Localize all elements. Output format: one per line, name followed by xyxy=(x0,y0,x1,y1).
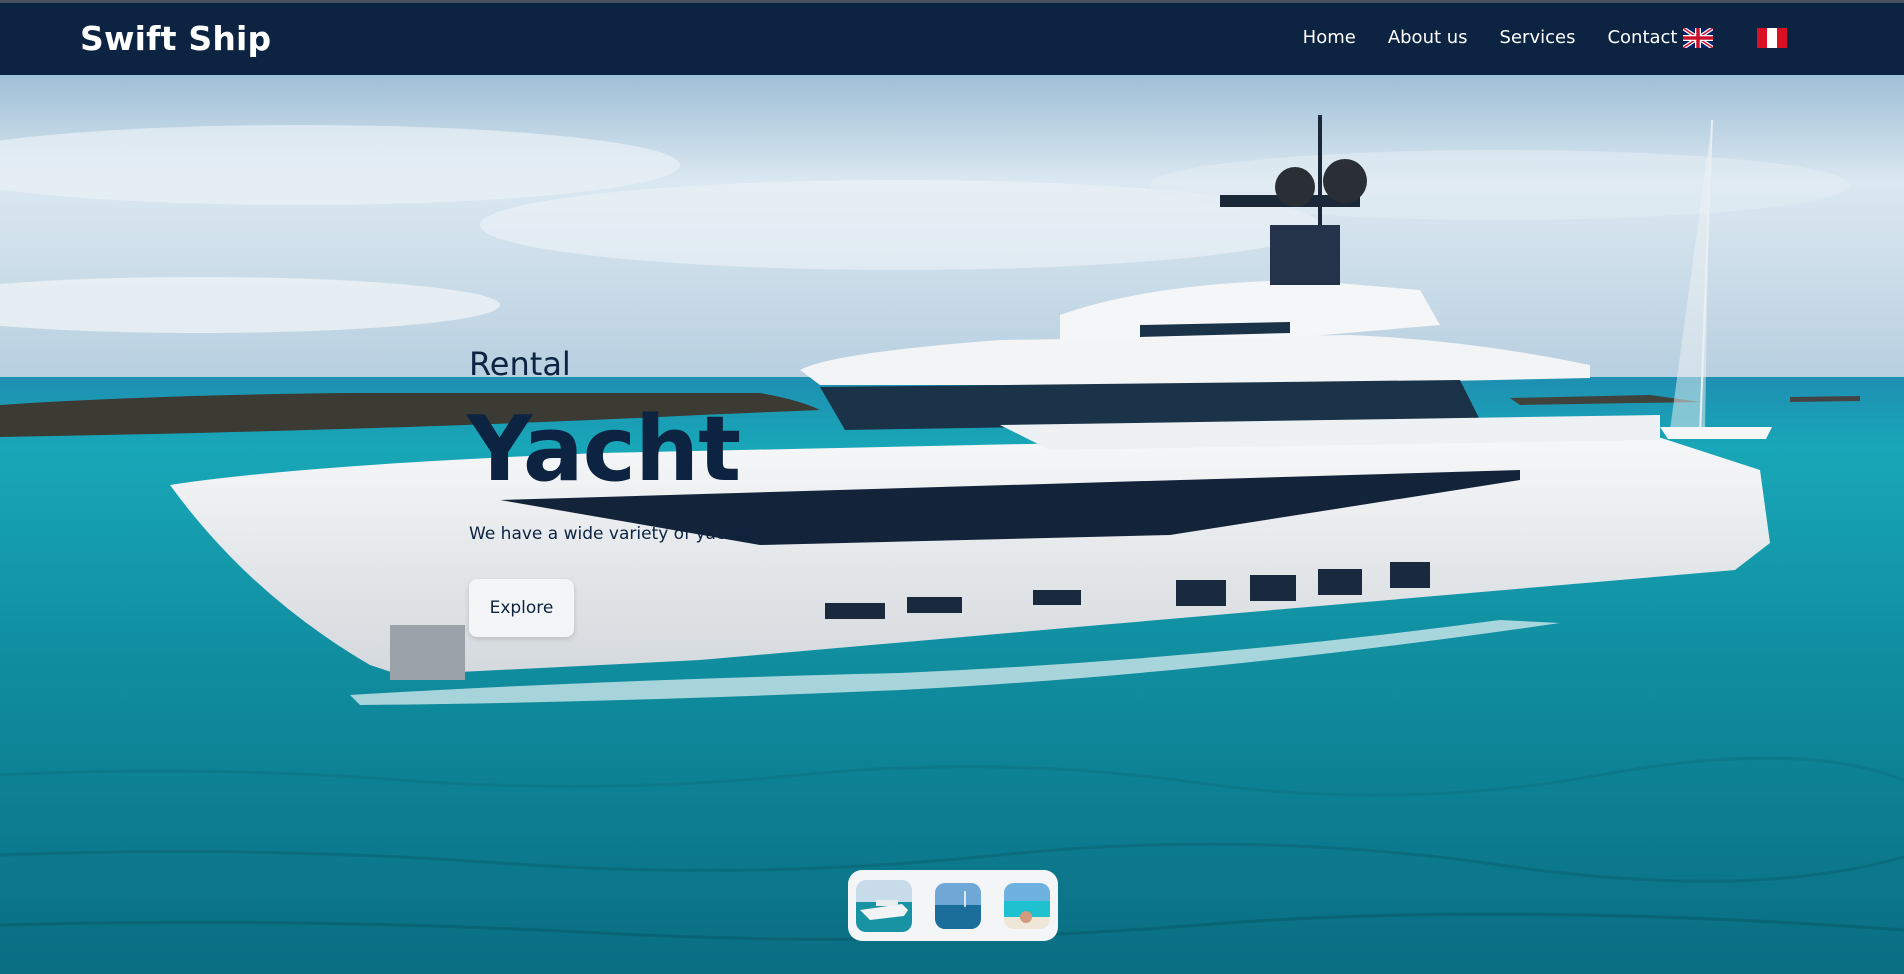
hero-subtitle: Rental xyxy=(469,345,571,383)
carousel-thumbnails xyxy=(848,870,1058,941)
hero-section: Rental Yacht We have a wide variety of y… xyxy=(0,75,1904,974)
navbar: Swift Ship Home About us Services Contac… xyxy=(0,3,1904,75)
peru-flag-icon[interactable] xyxy=(1757,28,1787,48)
brand-logo[interactable]: Swift Ship xyxy=(80,19,271,58)
uk-flag-icon[interactable] xyxy=(1683,28,1713,48)
nav-link-services[interactable]: Services xyxy=(1500,27,1576,48)
hero-title: Yacht xyxy=(467,397,741,502)
explore-button[interactable]: Explore xyxy=(469,579,574,637)
nav-link-home[interactable]: Home xyxy=(1303,27,1356,48)
yacht-thumbnail[interactable] xyxy=(856,879,912,932)
nav-link-about[interactable]: About us xyxy=(1388,27,1468,48)
sea-thumbnail[interactable] xyxy=(935,882,981,929)
beach-thumbnail[interactable] xyxy=(1004,882,1050,929)
nav-links: Home About us Services Contact us xyxy=(1303,27,1704,48)
hero-background-image xyxy=(0,75,1904,974)
hero-tagline: We have a wide variety of yachts. xyxy=(469,524,757,544)
